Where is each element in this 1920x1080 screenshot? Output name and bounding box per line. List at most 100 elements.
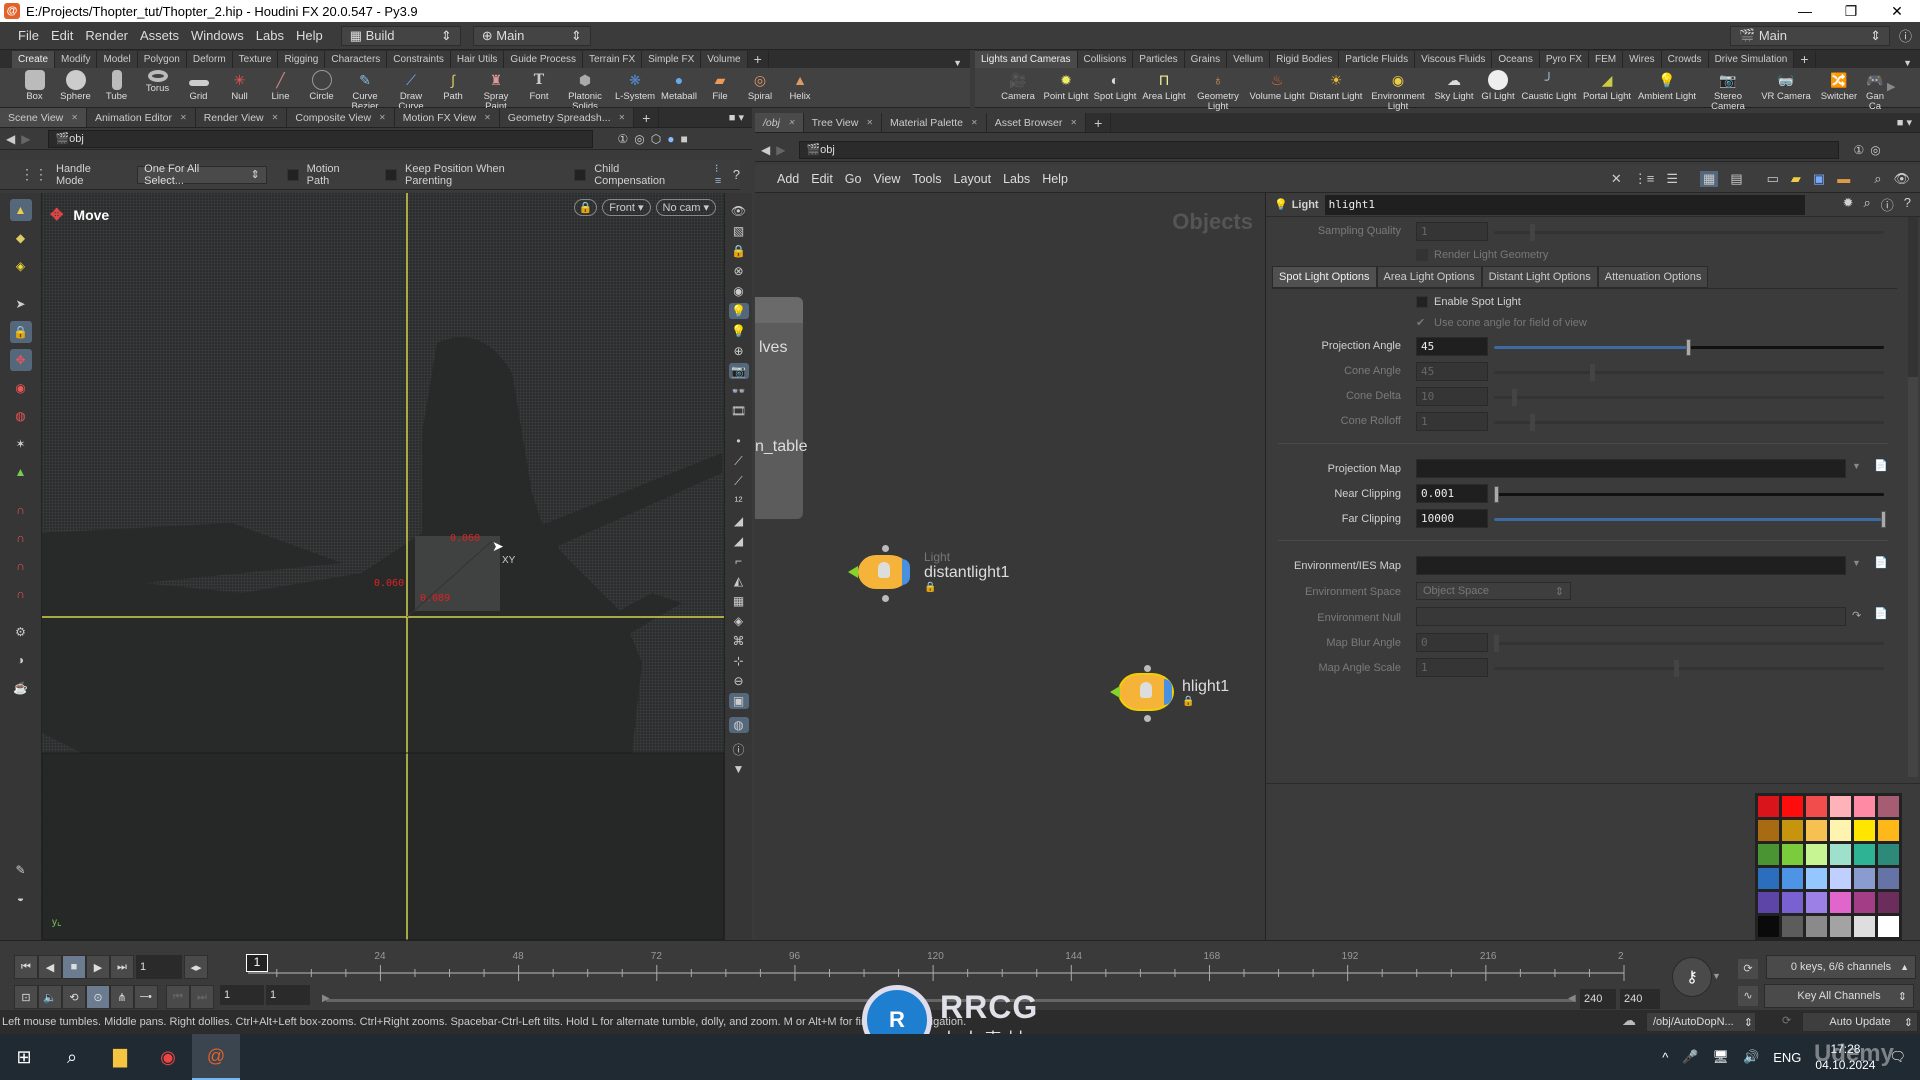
scale-tool-icon[interactable]: ◍ — [10, 405, 32, 427]
palette-swatch[interactable] — [1830, 868, 1851, 889]
windows-start-icon[interactable]: ⊞ — [0, 1034, 48, 1080]
node-name-field[interactable]: hlight1 — [1324, 194, 1805, 215]
right-desktop-selector[interactable]: 🎬 Main ⇕ — [1730, 25, 1890, 46]
node-chooser-icon[interactable]: 📄 — [1874, 607, 1888, 620]
network-editor[interactable]: Objects lves n_table Light distantlight1… — [755, 193, 1265, 940]
tool-volume-light[interactable]: ♨ Volume Light — [1247, 68, 1307, 102]
snap-magnet-icon[interactable]: ∩ — [10, 583, 32, 605]
layout-icon[interactable]: ▤ — [1730, 171, 1742, 187]
tool-sphere[interactable]: Sphere — [55, 68, 96, 102]
render-light-geometry-checkbox[interactable] — [1416, 249, 1428, 261]
palette-swatch[interactable] — [1782, 796, 1803, 817]
palette-swatch[interactable] — [1758, 892, 1779, 913]
realtime-icon[interactable]: ⊡ — [14, 985, 38, 1009]
tool-spiral[interactable]: ◎ Spiral — [740, 68, 780, 102]
close-tab-icon[interactable]: ✕ — [1070, 118, 1077, 127]
env-space-dropdown[interactable]: Object Space ⇕ — [1416, 582, 1571, 600]
shelf-scroll-right-icon[interactable]: ▶ — [1887, 80, 1895, 93]
tab-animation-editor[interactable]: Animation Editor ✕ — [86, 108, 196, 127]
sampling-quality-slider[interactable] — [1494, 224, 1884, 241]
tool-switcher[interactable]: 🔀 Switcher — [1815, 68, 1863, 102]
shelf-tab[interactable]: FEM — [1588, 51, 1624, 68]
dop-network-dropdown[interactable]: /obj/AutoDopN... ⇕ — [1646, 1012, 1756, 1032]
pane-link-icon[interactable]: ① — [1853, 143, 1864, 157]
maximize-button[interactable]: ❐ — [1828, 0, 1874, 22]
current-frame-marker[interactable]: 1 — [246, 954, 268, 972]
tool-grid[interactable]: Grid — [178, 68, 219, 102]
shelf-tab[interactable]: Particle Fluids — [1339, 51, 1416, 68]
palette-swatch[interactable] — [1806, 796, 1827, 817]
handle-tool-icon[interactable]: ▲ — [10, 461, 32, 483]
menu-render[interactable]: Render — [79, 28, 134, 43]
cone-angle-field[interactable]: 45 — [1416, 362, 1488, 381]
flipbook-icon[interactable]: 🎞 — [729, 403, 749, 419]
point-display-icon[interactable]: • — [729, 433, 749, 449]
headlight-icon[interactable]: 💡 — [729, 323, 749, 339]
palette-swatch[interactable] — [1878, 868, 1899, 889]
viewport-target-icon[interactable]: ◎ — [634, 132, 644, 146]
close-tab-icon[interactable]: ✕ — [71, 113, 78, 122]
palette-swatch[interactable] — [1782, 820, 1803, 841]
lock-camera-icon[interactable]: 🔒 — [729, 243, 749, 259]
network-box-icon[interactable]: ▭ — [1767, 171, 1779, 187]
tool-geometry-light[interactable]: ♁ Geometry Light — [1189, 68, 1247, 112]
projection-angle-slider[interactable] — [1494, 339, 1884, 356]
palette-swatch[interactable] — [1782, 868, 1803, 889]
palette-swatch[interactable] — [1854, 916, 1875, 937]
tool-font[interactable]: T Font — [520, 68, 558, 102]
add-tab-button[interactable]: + — [634, 108, 660, 127]
point-numbers-icon[interactable]: ¹² — [729, 493, 749, 509]
update-mode-dropdown[interactable]: Auto Update ⇕ — [1802, 1012, 1918, 1032]
palette-swatch[interactable] — [1830, 796, 1851, 817]
language-indicator[interactable]: ENG — [1773, 1050, 1801, 1065]
snap-grid-icon[interactable]: ∩ — [10, 499, 32, 521]
cone-angle-slider[interactable] — [1494, 364, 1884, 381]
stop-button[interactable]: ■ — [62, 955, 86, 979]
color-grid-icon[interactable]: ▦ — [1700, 170, 1719, 187]
range-end-field[interactable]: 240 — [1580, 989, 1616, 1009]
menu-edit[interactable]: Edit — [45, 28, 79, 43]
light-icon[interactable]: 💡 — [728, 303, 749, 319]
range-start2-field[interactable]: 1 — [266, 985, 310, 1005]
tool-area-light[interactable]: Π Area Light — [1139, 68, 1189, 102]
map-angle-scale-field[interactable]: 1 — [1416, 658, 1488, 677]
snapshot-icon[interactable]: ▣ — [728, 693, 749, 709]
enable-spot-light-checkbox[interactable] — [1416, 296, 1428, 308]
tab-asset-browser[interactable]: Asset Browser ✕ — [986, 113, 1087, 132]
close-tab-icon[interactable]: ✕ — [619, 113, 626, 122]
desktop-selector[interactable]: ▦ Build ⇕ — [340, 25, 461, 46]
palette-swatch[interactable] — [1878, 796, 1899, 817]
tray-chevron-icon[interactable]: ^ — [1662, 1050, 1668, 1065]
sampling-quality-field[interactable]: 1 — [1416, 222, 1488, 241]
key-button[interactable]: ⚷ — [1672, 957, 1712, 997]
shelf-tab[interactable]: Rigid Bodies — [1270, 51, 1340, 68]
play-button[interactable]: ▶ — [86, 955, 110, 979]
next-key-button[interactable]: ⏭ — [190, 985, 214, 1009]
palette-swatch[interactable] — [1854, 868, 1875, 889]
shelf-tab[interactable]: Volume — [701, 51, 748, 68]
cube-icon[interactable]: ⬡ — [651, 132, 661, 146]
close-tab-icon[interactable]: ✕ — [788, 118, 795, 127]
palette-swatch[interactable] — [1806, 868, 1827, 889]
close-tab-icon[interactable]: ✕ — [180, 113, 187, 122]
camera-view-icon[interactable]: 📷 — [728, 363, 749, 379]
palette-swatch[interactable] — [1758, 820, 1779, 841]
palette-swatch[interactable] — [1758, 844, 1779, 865]
hull-icon[interactable]: ◭ — [729, 573, 749, 589]
palette-swatch[interactable] — [1806, 820, 1827, 841]
net-menu-go[interactable]: Go — [839, 172, 868, 186]
select-dynamics-icon[interactable]: ◈ — [10, 255, 32, 277]
palette-swatch[interactable] — [1878, 892, 1899, 913]
tool-stereo-camera[interactable]: 📷 Stereo Camera — [1699, 68, 1757, 112]
jump-end-button[interactable]: ⏭ — [110, 955, 134, 979]
background-image-icon[interactable]: ▣ — [1813, 171, 1825, 187]
shelf-menu-icon[interactable]: ▼ — [953, 58, 962, 68]
bones-icon[interactable]: ⌘ — [729, 633, 749, 649]
palette-swatch[interactable] — [1806, 892, 1827, 913]
palette-swatch[interactable] — [1782, 916, 1803, 937]
brain-icon[interactable]: ☁ — [1622, 1012, 1636, 1029]
shelf-tab[interactable]: Model — [97, 51, 138, 68]
search-icon[interactable]: ⌕ — [1874, 171, 1881, 187]
close-tab-icon[interactable]: ✕ — [379, 113, 386, 122]
jump-arrow-icon[interactable]: ↷ — [1852, 609, 1861, 622]
